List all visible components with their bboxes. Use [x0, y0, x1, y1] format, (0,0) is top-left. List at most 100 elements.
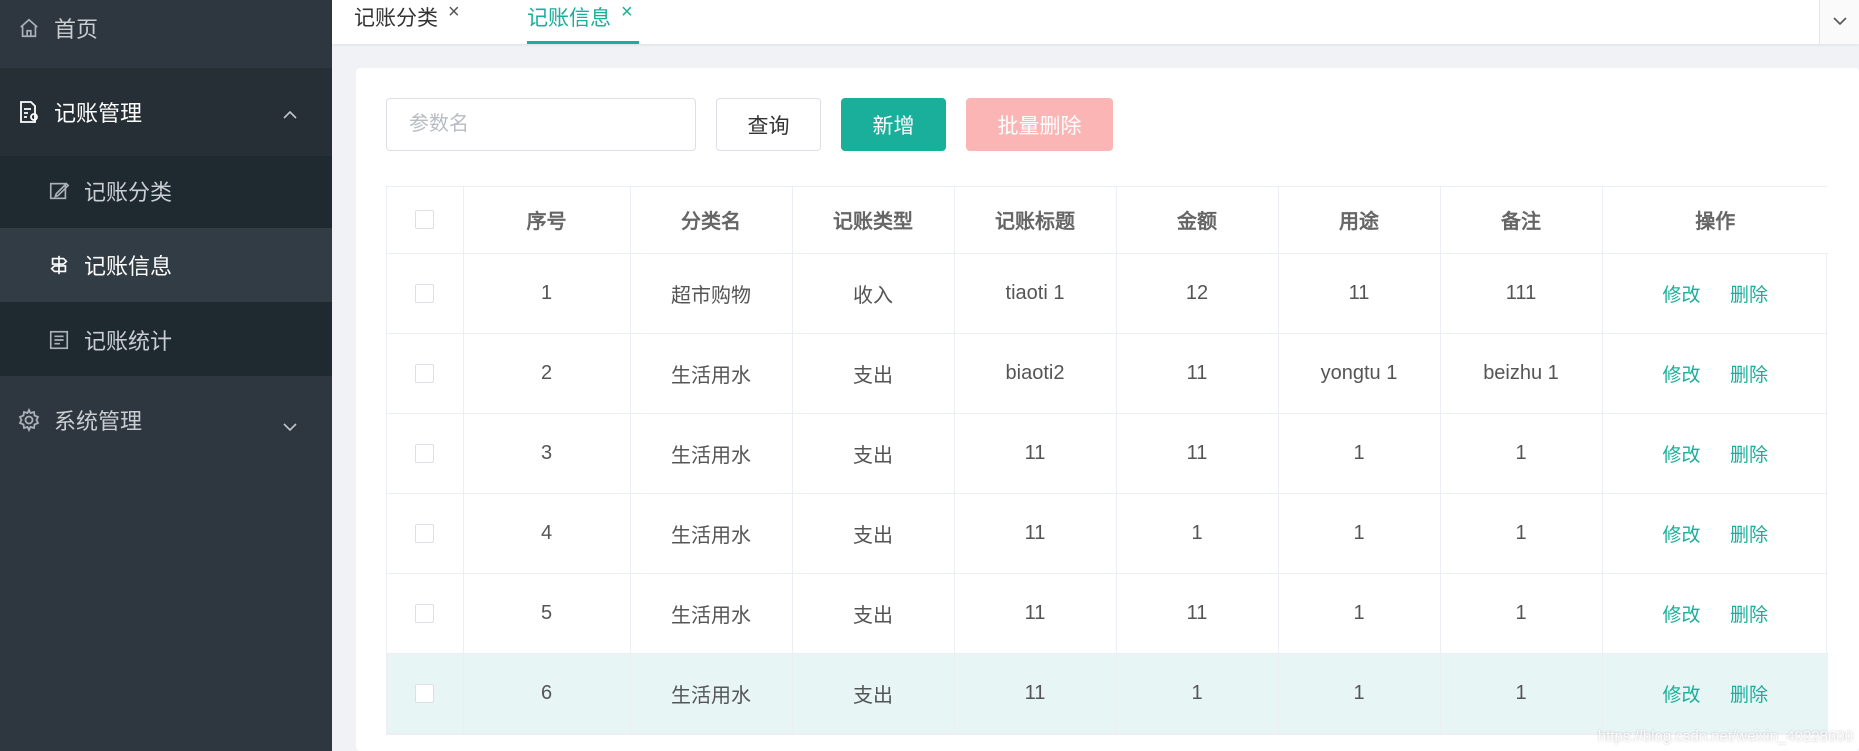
sidebar: 首页 记账管理 记账分类 记账信息 记账统计 系统管理 — [0, 0, 332, 751]
delete-link[interactable]: 删除 — [1730, 445, 1768, 466]
row-checkbox[interactable] — [415, 603, 435, 623]
sidebar-item-info[interactable]: 记账信息 — [0, 228, 332, 302]
table-header-row: 序号 分类名 记账类型 记账标题 金额 用途 备注 操作 — [387, 187, 1828, 254]
chevron-up-icon — [282, 100, 298, 126]
document-gear-icon — [16, 99, 42, 125]
cell-amount: 12 — [1116, 253, 1279, 334]
column-header: 操作 — [1602, 187, 1828, 254]
cell-actions: 修改 删除 — [1602, 333, 1828, 414]
edit-link[interactable]: 修改 — [1662, 685, 1700, 706]
edit-link[interactable]: 修改 — [1662, 525, 1700, 546]
cell-type: 收入 — [792, 253, 955, 334]
cell-category: 生活用水 — [630, 653, 793, 734]
column-header: 金额 — [1116, 187, 1279, 254]
edit-icon — [46, 178, 72, 204]
column-header: 记账标题 — [954, 187, 1117, 254]
query-button[interactable]: 查询 — [716, 98, 821, 151]
cell-note: 1 — [1440, 573, 1603, 654]
table-row[interactable]: 4 生活用水 支出 11 1 1 1 修改 删除 — [387, 493, 1828, 574]
cell-actions: 修改 删除 — [1602, 253, 1828, 334]
list-board-icon — [46, 327, 72, 353]
content-card: 查询 新增 批量删除 序号 分类名 记账类型 记账标题 金额 — [356, 68, 1859, 751]
column-header: 记账类型 — [792, 187, 955, 254]
chevron-down-icon — [282, 412, 298, 438]
add-button[interactable]: 新增 — [841, 98, 946, 151]
cell-actions: 修改 删除 — [1602, 493, 1828, 574]
edit-link[interactable]: 修改 — [1662, 285, 1700, 306]
tab-category[interactable]: 记账分类 × — [354, 0, 460, 44]
sidebar-group-accounting[interactable]: 记账管理 — [0, 68, 332, 156]
cell-no: 4 — [463, 493, 631, 574]
cell-note: beizhu 1 — [1440, 333, 1603, 414]
cell-note: 1 — [1440, 413, 1603, 494]
sidebar-item-statistics-label: 记账统计 — [84, 329, 173, 354]
sidebar-item-home[interactable]: 首页 — [0, 0, 332, 55]
table-row[interactable]: 6 生活用水 支出 11 1 1 1 修改 删除 — [387, 653, 1828, 734]
sidebar-group-accounting-label: 记账管理 — [54, 101, 143, 126]
sidebar-group-system-label: 系统管理 — [54, 409, 143, 434]
column-header: 备注 — [1440, 187, 1603, 254]
cell-type: 支出 — [792, 333, 955, 414]
cell-title: 11 — [954, 573, 1117, 654]
edit-link[interactable]: 修改 — [1662, 365, 1700, 386]
cell-amount: 11 — [1116, 413, 1279, 494]
cell-no: 1 — [463, 253, 631, 334]
cell-category: 生活用水 — [630, 493, 793, 574]
signpost-icon — [46, 252, 72, 278]
cell-title: 11 — [954, 653, 1117, 734]
cell-usage: 11 — [1278, 253, 1441, 334]
cell-type: 支出 — [792, 653, 955, 734]
delete-link[interactable]: 删除 — [1730, 525, 1768, 546]
gear-icon — [16, 407, 42, 433]
cell-title: tiaoti 1 — [954, 253, 1117, 334]
cell-usage: 1 — [1278, 573, 1441, 654]
table-row[interactable]: 5 生活用水 支出 11 11 1 1 修改 删除 — [387, 573, 1828, 654]
table-row[interactable]: 2 生活用水 支出 biaoti2 11 yongtu 1 beizhu 1 修… — [387, 333, 1828, 414]
cell-type: 支出 — [792, 573, 955, 654]
row-checkbox[interactable] — [415, 283, 435, 303]
cell-no: 5 — [463, 573, 631, 654]
toolbar: 查询 新增 批量删除 — [386, 98, 1113, 151]
data-table: 序号 分类名 记账类型 记账标题 金额 用途 备注 操作 1 超市购物 收入 t… — [386, 186, 1828, 735]
tab-info[interactable]: 记账信息 × — [527, 0, 639, 44]
sidebar-item-statistics[interactable]: 记账统计 — [0, 303, 332, 377]
cell-no: 6 — [463, 653, 631, 734]
delete-link[interactable]: 删除 — [1730, 685, 1768, 706]
close-icon[interactable]: × — [448, 0, 460, 24]
search-input[interactable] — [386, 98, 696, 151]
cell-type: 支出 — [792, 413, 955, 494]
column-header: 序号 — [463, 187, 631, 254]
sidebar-item-info-label: 记账信息 — [84, 254, 173, 279]
tab-bar: 记账分类 × 记账信息 × — [332, 0, 1859, 44]
cell-amount: 1 — [1116, 653, 1279, 734]
row-checkbox[interactable] — [415, 523, 435, 543]
row-checkbox[interactable] — [415, 363, 435, 383]
sidebar-item-category-label: 记账分类 — [84, 180, 173, 205]
cell-type: 支出 — [792, 493, 955, 574]
table-row[interactable]: 1 超市购物 收入 tiaoti 1 12 11 111 修改 删除 — [387, 253, 1828, 334]
cell-usage: 1 — [1278, 493, 1441, 574]
delete-link[interactable]: 删除 — [1730, 285, 1768, 306]
close-icon[interactable]: × — [621, 0, 633, 24]
tab-category-label: 记账分类 — [354, 7, 438, 30]
row-checkbox[interactable] — [415, 683, 435, 703]
chevron-down-icon — [1832, 13, 1848, 31]
row-checkbox[interactable] — [415, 443, 435, 463]
select-all-cell — [387, 187, 464, 254]
cell-actions: 修改 删除 — [1602, 653, 1828, 734]
delete-link[interactable]: 删除 — [1730, 605, 1768, 626]
batch-delete-button[interactable]: 批量删除 — [966, 98, 1113, 151]
cell-category: 生活用水 — [630, 333, 793, 414]
cell-note: 111 — [1440, 253, 1603, 334]
edit-link[interactable]: 修改 — [1662, 605, 1700, 626]
cell-amount: 11 — [1116, 333, 1279, 414]
sidebar-item-category[interactable]: 记账分类 — [0, 154, 332, 228]
select-all-checkbox[interactable] — [415, 210, 435, 230]
cell-no: 3 — [463, 413, 631, 494]
sidebar-item-home-label: 首页 — [54, 16, 99, 42]
tab-dropdown-button[interactable] — [1819, 0, 1859, 44]
table-row[interactable]: 3 生活用水 支出 11 11 1 1 修改 删除 — [387, 413, 1828, 494]
delete-link[interactable]: 删除 — [1730, 365, 1768, 386]
edit-link[interactable]: 修改 — [1662, 445, 1700, 466]
sidebar-group-system[interactable]: 系统管理 — [0, 378, 332, 462]
